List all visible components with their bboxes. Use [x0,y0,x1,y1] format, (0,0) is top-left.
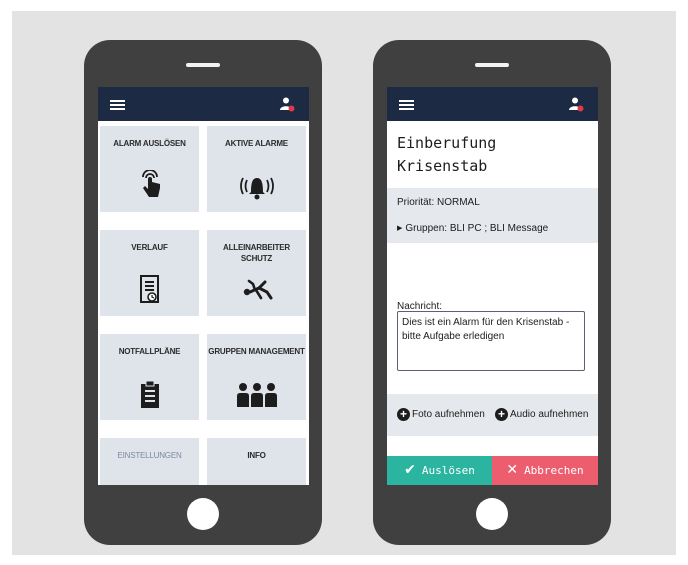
info-band: Priorität: NORMAL ▶ Gruppen: BLI PC ; BLI… [387,188,598,243]
photo-button[interactable]: + Foto aufnehmen [397,408,485,421]
groups-text: Gruppen: BLI PC ; BLI Message [405,223,549,234]
tile-alleinarbeiter-schutz[interactable]: ALLEINARBEITER SCHUTZ [207,230,306,316]
tile-label: INFO [247,451,266,460]
trigger-button[interactable]: ✔ Auslösen [387,456,492,485]
menu-icon[interactable] [399,100,414,110]
tile-gruppen-management[interactable]: GRUPPEN MANAGEMENT [207,334,306,420]
tile-label: ALLEINARBEITER SCHUTZ [223,243,290,263]
user-icon[interactable] [279,96,295,112]
home-button[interactable] [476,498,508,530]
clipboard-icon [140,380,159,408]
falling-person-icon [243,279,272,300]
plus-circle-icon: + [495,408,508,421]
home-button[interactable] [187,498,219,530]
check-icon: ✔ [404,462,416,478]
tile-alarm-ausloesen[interactable]: ALARM AUSLÖSEN [100,126,199,212]
user-icon[interactable] [568,96,584,112]
close-icon: ✕ [506,462,519,478]
title-line: Einberufung [397,134,497,152]
phone-right-screen: Einberufung Krisenstab Priorität: NORMAL… [387,87,598,485]
tile-label: ALARM AUSLÖSEN [113,139,186,148]
cancel-label: Abbrechen [524,464,584,477]
app-bar [98,87,309,121]
groups-row[interactable]: ▶ Gruppen: BLI PC ; BLI Message [397,223,548,234]
speaker [475,63,509,67]
history-document-icon [139,275,159,303]
tile-label: NOTFALLPLÄNE [118,347,181,356]
page-title: Einberufung Krisenstab [397,132,496,178]
title-line: Krisenstab [397,157,488,175]
audio-label: Audio aufnehmen [510,409,589,421]
audio-button[interactable]: + Audio aufnehmen [495,408,588,421]
phone-left: ALARM AUSLÖSEN AKTIVE ALARME VERLAUF ALL… [84,40,322,545]
tile-label: AKTIVE ALARME [225,139,288,148]
plus-circle-icon: + [397,408,410,421]
tile-verlauf[interactable]: VERLAUF [100,230,199,316]
tile-label: VERLAUF [131,243,168,252]
tile-aktive-alarme[interactable]: AKTIVE ALARME [207,126,306,212]
tile-info[interactable]: INFO [207,438,306,485]
phone-left-screen: ALARM AUSLÖSEN AKTIVE ALARME VERLAUF ALL… [98,87,309,485]
tile-notfallplaene[interactable]: NOTFALLPLÄNE [100,334,199,420]
app-bar [387,87,598,121]
speaker [186,63,220,67]
menu-grid: ALARM AUSLÖSEN AKTIVE ALARME VERLAUF ALL… [98,121,309,485]
message-textarea[interactable]: Dies ist ein Alarm für den Krisenstab - … [397,311,585,371]
phone-right: Einberufung Krisenstab Priorität: NORMAL… [373,40,611,545]
menu-icon[interactable] [110,100,125,110]
tile-label: EINSTELLUNGEN [117,451,182,460]
group-people-icon [236,383,277,407]
trigger-label: Auslösen [421,464,475,477]
cancel-button[interactable]: ✕ Abbrechen [492,456,598,485]
priority-text: Priorität: NORMAL [397,197,480,208]
alarm-bell-icon [239,177,274,200]
touch-hand-icon [141,170,160,197]
tile-label: GRUPPEN MANAGEMENT [208,347,305,356]
photo-label: Foto aufnehmen [412,409,485,421]
tile-einstellungen[interactable]: EINSTELLUNGEN [100,438,199,485]
triangle-right-icon: ▶ [397,225,403,233]
